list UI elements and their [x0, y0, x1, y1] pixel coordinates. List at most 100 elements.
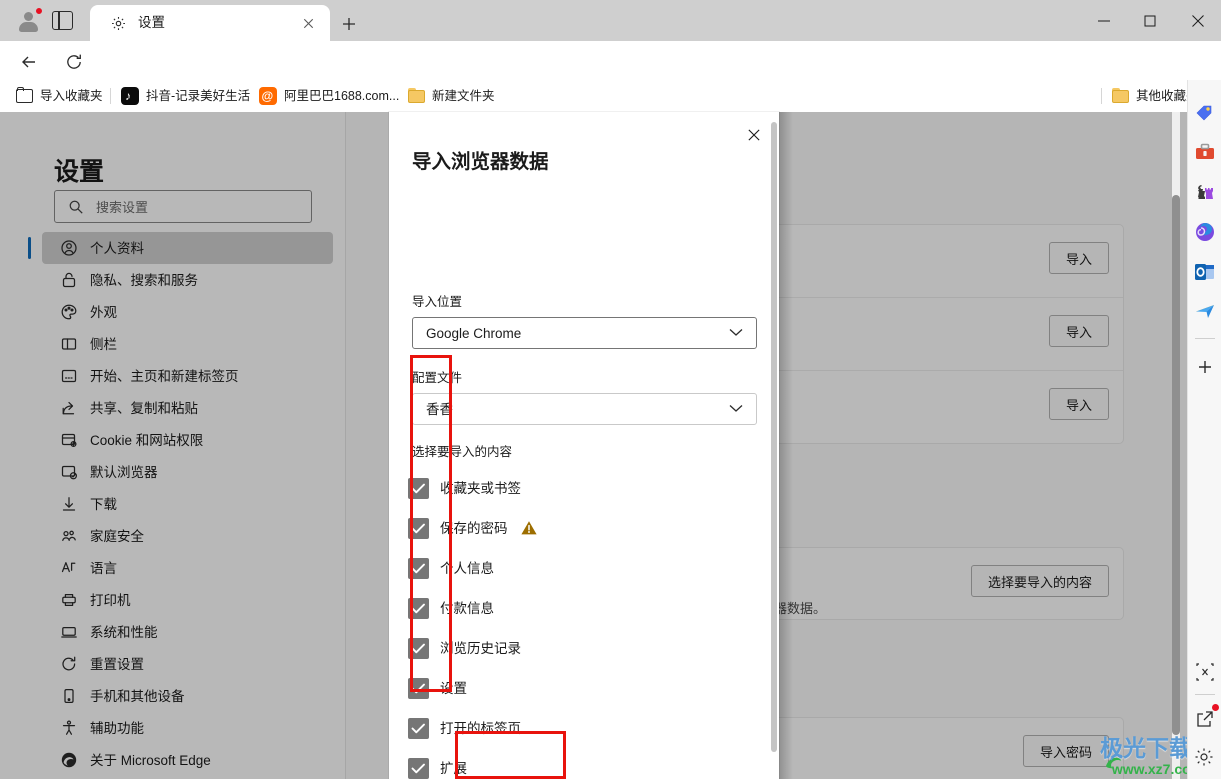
import-button[interactable]: 导入: [1048, 242, 1109, 274]
system-icon: [60, 623, 78, 641]
sidebar-item-16[interactable]: 关于 Microsoft Edge: [42, 744, 333, 776]
share-icon: [60, 399, 78, 417]
watermark-logo-icon: [1102, 749, 1128, 775]
tools-icon[interactable]: [1193, 140, 1217, 164]
sidebar-item-5[interactable]: 共享、复制和粘贴: [42, 392, 333, 424]
dialog-close-icon[interactable]: [739, 120, 769, 150]
dialog-scrollbar-thumb[interactable]: [771, 122, 777, 752]
checkbox-5[interactable]: [408, 678, 429, 699]
checkbox-6[interactable]: [408, 718, 429, 739]
import-selection-card: 他浏览器数据。 选择要导入的内容: [735, 547, 1124, 620]
vertical-tabs-icon[interactable]: [52, 11, 73, 30]
sidebar-item-14[interactable]: 手机和其他设备: [42, 680, 333, 712]
sidebar-item-1[interactable]: 隐私、搜索和服务: [42, 264, 333, 296]
bookmark-import-favorites[interactable]: 导入收藏夹: [16, 86, 103, 106]
sidebar-item-7[interactable]: 默认浏览器: [42, 456, 333, 488]
import-item-row-7[interactable]: 扩展: [389, 750, 779, 779]
sidebar-item-8[interactable]: 下载: [42, 488, 333, 520]
bookmarks-bar: 导入收藏夹 抖音-记录美好生活 阿里巴巴1688.com... 新建文件夹 其他…: [0, 80, 1221, 112]
avatar-badge-dot: [35, 7, 43, 15]
sidebar-item-12[interactable]: 系统和性能: [42, 616, 333, 648]
screenshot-icon[interactable]: [1193, 660, 1217, 684]
sidebar-item-15[interactable]: 辅助功能: [42, 712, 333, 744]
sidebar-item-label: 隐私、搜索和服务: [90, 272, 198, 288]
folder-icon: [408, 88, 425, 103]
sidebar-icon: [60, 335, 78, 353]
reload-icon[interactable]: [61, 49, 86, 74]
close-icon[interactable]: [301, 16, 316, 31]
profile-avatar[interactable]: [16, 7, 43, 34]
minimize-button[interactable]: [1081, 5, 1127, 37]
browser-toolbar: Edge edge://settings/profiles/importBrow…: [0, 41, 1221, 117]
choose-import-items-button[interactable]: 选择要导入的内容: [970, 565, 1109, 597]
tab-settings[interactable]: 设置: [90, 5, 330, 41]
sidebar-item-label: 关于 Microsoft Edge: [90, 752, 211, 768]
outlook-icon[interactable]: [1193, 260, 1217, 284]
sidebar-item-0[interactable]: 个人资料: [28, 232, 333, 264]
shopping-tag-icon[interactable]: [1193, 100, 1217, 124]
sidebar-item-10[interactable]: 语言: [42, 552, 333, 584]
sidebar-item-2[interactable]: 外观: [42, 296, 333, 328]
import-item-row-6[interactable]: 打开的标签页: [389, 710, 779, 750]
import-item-row-0[interactable]: 收藏夹或书签: [389, 470, 779, 510]
avatar-head: [24, 12, 33, 21]
gear-icon: [110, 15, 127, 32]
title-bar: 设置: [0, 0, 1221, 41]
bookmark-tiktok[interactable]: 抖音-记录美好生活: [121, 86, 250, 106]
browser-window: 设置 导入收藏夹 ♪ 抖音-记录美好生活 @ 阿里巴巴1688.com... 新…: [0, 0, 1221, 779]
other-favorites-button[interactable]: 其他收藏夹: [1112, 86, 1199, 106]
maximize-button[interactable]: [1127, 5, 1173, 37]
bookmark-alibaba[interactable]: 阿里巴巴1688.com...: [259, 86, 399, 106]
language-icon: [60, 559, 78, 577]
profile-select[interactable]: 香香: [412, 393, 757, 425]
accessibility-icon: [60, 719, 78, 737]
phone-icon: [60, 687, 78, 705]
checkbox-label: 浏览历史记录: [440, 641, 521, 656]
items-label: 选择要导入的内容: [412, 445, 513, 459]
sidebar-item-3[interactable]: 侧栏: [42, 328, 333, 360]
sidebar-item-6[interactable]: Cookie 和网站权限: [42, 424, 333, 456]
import-button[interactable]: 导入: [1048, 388, 1109, 420]
cookie-icon: [60, 431, 78, 449]
games-icon[interactable]: [1193, 180, 1217, 204]
palette-icon: [60, 303, 78, 321]
paperplane-icon[interactable]: [1193, 300, 1217, 324]
checkbox-0[interactable]: [408, 478, 429, 499]
import-item-row-1[interactable]: 保存的密码: [389, 510, 779, 550]
window-close-button[interactable]: [1175, 5, 1221, 37]
import-item-row-4[interactable]: 浏览历史记录: [389, 630, 779, 670]
scrollbar-thumb[interactable]: [1172, 195, 1180, 735]
search-icon: [68, 199, 84, 215]
import-row: 数据 导入: [735, 225, 1123, 298]
home-icon: [60, 367, 78, 385]
sidebar-item-9[interactable]: 家庭安全: [42, 520, 333, 552]
import-item-row-5[interactable]: 设置: [389, 670, 779, 710]
chevron-down-icon: [729, 404, 743, 413]
import-item-row-2[interactable]: 个人信息: [389, 550, 779, 590]
checkbox-2[interactable]: [408, 558, 429, 579]
page-title: 设置: [54, 158, 105, 186]
import-item-row-3[interactable]: 付款信息: [389, 590, 779, 630]
profile-value: 香香: [426, 401, 453, 417]
sidebar-item-11[interactable]: 打印机: [42, 584, 333, 616]
page-scrollbar[interactable]: [1172, 112, 1180, 779]
bookmark-new-folder[interactable]: 新建文件夹: [408, 86, 495, 106]
office-icon[interactable]: [1193, 220, 1217, 244]
sidebar-item-13[interactable]: 重置设置: [42, 648, 333, 680]
checkbox-1[interactable]: [408, 518, 429, 539]
sidebar-item-4[interactable]: 开始、主页和新建标签页: [42, 360, 333, 392]
import-button[interactable]: 导入: [1048, 315, 1109, 347]
import-selection-row: 他浏览器数据。 选择要导入的内容: [735, 548, 1123, 621]
search-input[interactable]: 搜索设置: [54, 190, 312, 223]
add-icon[interactable]: [1193, 355, 1217, 379]
checkbox-3[interactable]: [408, 598, 429, 619]
import-source-select[interactable]: Google Chrome: [412, 317, 757, 349]
settings-gear-icon[interactable]: [1193, 746, 1217, 770]
new-tab-button[interactable]: [338, 13, 360, 35]
sidebar-item-label: 侧栏: [90, 336, 117, 352]
import-passwords-button[interactable]: 导入密码: [1022, 735, 1109, 767]
checkbox-7[interactable]: [408, 758, 429, 779]
checkbox-4[interactable]: [408, 638, 429, 659]
back-icon[interactable]: [16, 49, 41, 74]
import-row: 导入: [736, 371, 1123, 444]
